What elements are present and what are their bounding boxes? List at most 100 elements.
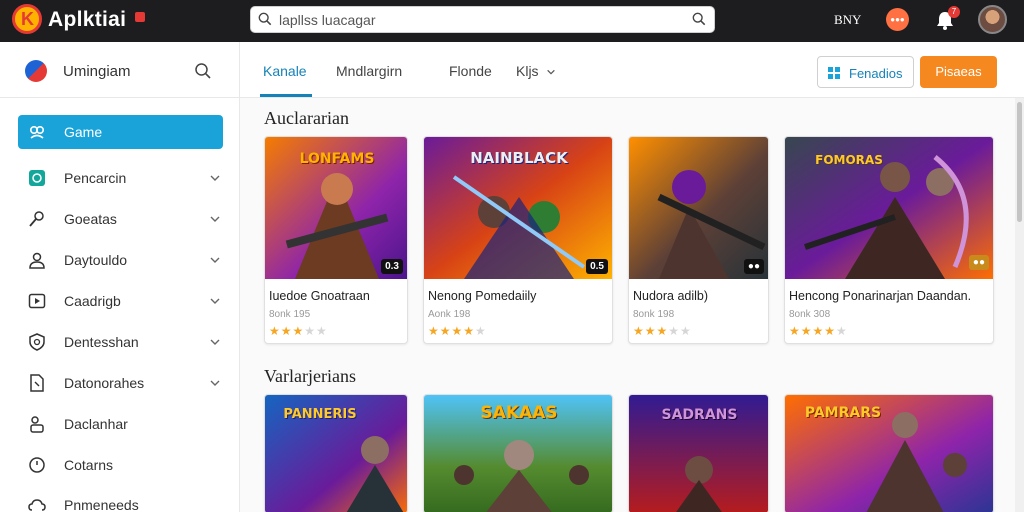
sidebar-item-label: Pencarcin — [64, 170, 127, 186]
game-meta: Aonk 198 — [428, 309, 471, 320]
sidebar-item-goeatas[interactable]: Goeatas — [18, 202, 223, 236]
star-icon: ★ — [475, 324, 487, 338]
game-meta: 8onk 308 — [789, 309, 831, 320]
game-card[interactable]: PAMRARS — [784, 394, 994, 512]
scrollbar-thumb[interactable] — [1017, 102, 1022, 222]
top-bar: Aplktiai BNY ●●● 7 — [0, 0, 1024, 42]
scrollbar[interactable] — [1015, 98, 1024, 512]
game-thumbnail — [629, 137, 768, 279]
sidebar-item-datonorahes[interactable]: Datonorahes — [18, 366, 223, 400]
play-square-icon — [28, 293, 46, 309]
game-art-title: PANNERIS — [283, 407, 357, 422]
game-card[interactable]: PANNERIS — [264, 394, 408, 512]
sidebar-item-label: Game — [64, 124, 103, 140]
sidebar-item-daytouldo[interactable]: Daytouldo — [18, 243, 223, 277]
rating-stars: ★★★★★ — [789, 324, 848, 338]
sidebar-item-dentesshan[interactable]: Dentesshan — [18, 325, 223, 359]
region-label[interactable]: BNY — [834, 12, 861, 28]
fenadios-button[interactable]: Fenadios — [817, 56, 914, 88]
chevron-down-icon — [210, 175, 220, 181]
sidebar-item-game[interactable]: Game — [18, 115, 223, 149]
person-icon — [29, 252, 45, 269]
sidebar-item-label: Dentesshan — [64, 334, 139, 350]
sidebar-title: Umingiam — [63, 63, 131, 80]
coins-icon[interactable]: ●●● — [886, 8, 909, 31]
sidebar-item-label: Goeatas — [64, 211, 117, 227]
star-icon: ★ — [836, 324, 848, 338]
apps-icon — [828, 67, 840, 79]
active-tab-indicator — [260, 94, 312, 97]
game-card[interactable]: ●● Nudora adilb) 8onk 198 ★★★★★ — [628, 136, 769, 344]
section-title: Varlarjerians — [264, 366, 356, 386]
search-icon[interactable] — [194, 62, 212, 80]
chevron-down-icon[interactable] — [546, 67, 556, 77]
score-badge: 0.3 — [381, 259, 403, 274]
star-icon: ★★★ — [633, 324, 669, 338]
notification-count: 7 — [948, 6, 960, 18]
chevron-down-icon — [210, 380, 220, 386]
main-header: Kanale Mndlargirn Flonde Kljs Fenadios P… — [240, 42, 1024, 98]
search-icon — [258, 12, 272, 26]
brand-name[interactable]: Aplktiai — [48, 8, 126, 32]
avatar[interactable] — [978, 5, 1007, 34]
users-icon — [30, 416, 44, 433]
cloud-icon — [28, 499, 46, 511]
rating-stars: ★★★★★ — [428, 324, 487, 338]
game-art-title: FOMORAS — [815, 153, 883, 167]
score-badge: ●● — [743, 259, 764, 274]
game-meta: 8onk 195 — [269, 309, 311, 320]
tab-flonde[interactable]: Flonde — [449, 63, 492, 79]
sidebar-item-pnmeneeds[interactable]: Pnmeneeds — [18, 488, 223, 512]
sidebar-item-cotarns[interactable]: Cotarns — [18, 448, 223, 482]
search-bar[interactable] — [250, 6, 715, 33]
game-art-title: SADRANS — [661, 407, 738, 423]
chevron-down-icon — [210, 298, 220, 304]
tab-kanale[interactable]: Kanale — [263, 63, 307, 79]
sidebar-item-pencarcin[interactable]: Pencarcin — [18, 161, 223, 195]
sidebar-item-label: Pnmeneeds — [64, 497, 139, 512]
sidebar-item-daclanhar[interactable]: Daclanhar — [18, 407, 223, 441]
game-card[interactable]: SADRANS — [628, 394, 769, 512]
sidebar-item-caadrigb[interactable]: Caadrigb — [18, 284, 223, 318]
sidebar-item-label: Daclanhar — [64, 416, 128, 432]
game-art-title: SAKAAS — [480, 403, 558, 423]
star-icon: ★★★★ — [789, 324, 837, 338]
game-meta: 8onk 198 — [633, 309, 675, 320]
document-icon — [30, 374, 44, 392]
game-art-title: LONFAMS — [299, 151, 375, 167]
game-art-title: NAINBLACK — [470, 149, 568, 167]
sidebar-item-label: Caadrigb — [64, 293, 121, 309]
rating-stars: ★★★★★ — [269, 324, 328, 338]
game-card[interactable]: FOMORAS ●● Hencong Ponarinarjan Daandan.… — [784, 136, 994, 344]
chevron-down-icon — [210, 257, 220, 263]
sidebar-item-label: Daytouldo — [64, 252, 128, 268]
sidebar-header: Umingiam — [0, 42, 240, 98]
sidebar-logo-icon — [25, 60, 47, 82]
puzzle-icon — [29, 125, 45, 139]
game-card[interactable]: LONFAMS 0.3 Iuedoe Gnoatraan 8onk 195 ★★… — [264, 136, 408, 344]
fenadios-button-label: Fenadios — [849, 66, 903, 81]
game-title: Iuedoe Gnoatraan — [269, 289, 370, 303]
star-icon: ★★ — [304, 324, 328, 338]
chevron-down-icon — [210, 339, 220, 345]
game-title: Nenong Pomedaiily — [428, 289, 537, 303]
search-input[interactable] — [279, 10, 679, 30]
wrench-icon — [29, 211, 44, 227]
game-title: Nudora adilb) — [633, 289, 709, 303]
app-logo[interactable] — [12, 4, 42, 34]
game-card[interactable]: SAKAAS — [423, 394, 613, 512]
shield-icon — [29, 333, 45, 351]
tab-kljs[interactable]: Kljs — [516, 63, 539, 79]
tab-mndlargirn[interactable]: Mndlargirn — [336, 63, 402, 79]
sidebar: Umingiam Game Pencarcin Goeatas Daytould… — [0, 42, 240, 512]
game-title: Hencong Ponarinarjan Daandan. — [789, 289, 972, 303]
pisaeas-button[interactable]: Pisaeas — [920, 56, 997, 88]
score-badge: 0.5 — [586, 259, 608, 274]
sidebar-item-label: Cotarns — [64, 457, 114, 473]
search-submit-icon[interactable] — [692, 12, 706, 26]
brand-badge — [135, 12, 145, 22]
section-title: Auclararian — [264, 108, 349, 128]
chevron-down-icon — [210, 216, 220, 222]
game-card[interactable]: NAINBLACK 0.5 Nenong Pomedaiily Aonk 198… — [423, 136, 613, 344]
rating-stars: ★★★★★ — [633, 324, 692, 338]
